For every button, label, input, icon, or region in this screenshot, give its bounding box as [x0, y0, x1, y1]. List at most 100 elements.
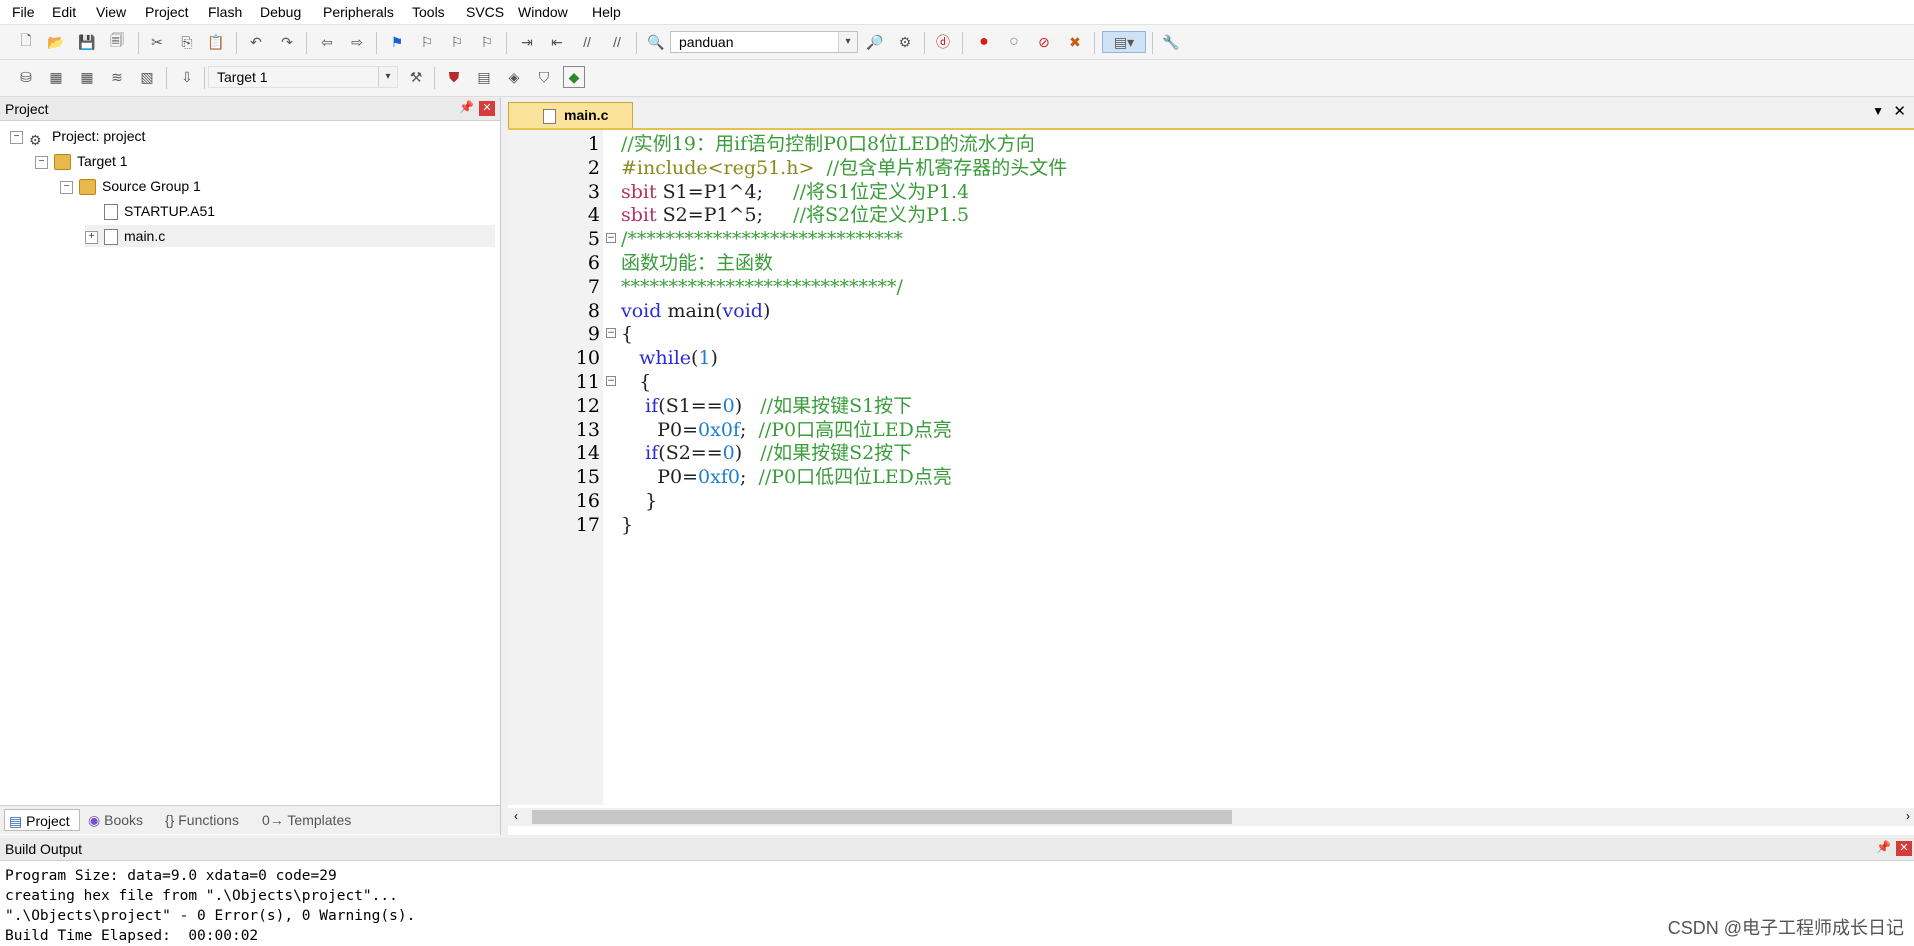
- menu-window[interactable]: Window: [518, 4, 568, 20]
- select-packs-icon[interactable]: ◈: [503, 66, 525, 88]
- code-line[interactable]: 14 if(S2==0) //如果按键S2按下: [508, 441, 1908, 465]
- translate-icon[interactable]: ⛁: [15, 66, 37, 88]
- clear-bookmarks-icon[interactable]: ⚐: [476, 31, 498, 53]
- menu-project[interactable]: Project: [145, 4, 189, 20]
- new-file-icon[interactable]: 🗋: [15, 31, 37, 53]
- next-bookmark-icon[interactable]: ⚐: [446, 31, 468, 53]
- scroll-left-icon[interactable]: ‹: [514, 809, 518, 823]
- save-all-icon[interactable]: 🗐: [106, 31, 128, 53]
- code-line[interactable]: 7 *****************************/: [508, 275, 1908, 299]
- debug-session-icon[interactable]: ⓓ: [932, 31, 954, 53]
- tree-item-project[interactable]: − ⚙ Project: project: [10, 125, 145, 148]
- tab-list-icon[interactable]: ▼: [1872, 104, 1884, 118]
- chevron-down-icon[interactable]: ▾: [378, 67, 397, 87]
- tree-item-target[interactable]: − Target 1: [35, 150, 128, 172]
- paste-icon[interactable]: 📋: [205, 31, 227, 53]
- close-icon[interactable]: ✕: [1896, 841, 1912, 856]
- fold-toggle-icon[interactable]: −: [606, 328, 616, 339]
- tab-main-c[interactable]: main.c: [508, 102, 633, 128]
- code-line[interactable]: 2 #include<reg51.h> //包含单片机寄存器的头文件: [508, 156, 1908, 180]
- code-line[interactable]: 4 sbit S2=P1^5; //将S2位定义为P1.5: [508, 203, 1908, 227]
- code-line[interactable]: 12 if(S1==0) //如果按键S1按下: [508, 394, 1908, 418]
- indent-icon[interactable]: ⇥: [516, 31, 538, 53]
- pack-installer-icon[interactable]: ⛉: [533, 66, 555, 88]
- find-combo[interactable]: panduan ▾: [670, 31, 858, 53]
- uncomment-icon[interactable]: //: [606, 31, 628, 53]
- code-line[interactable]: 8 void main(void): [508, 299, 1908, 323]
- pin-icon[interactable]: 📌: [1876, 840, 1891, 854]
- open-file-icon[interactable]: 📂: [45, 31, 67, 53]
- menu-file[interactable]: File: [12, 4, 35, 20]
- code-line[interactable]: 3 sbit S1=P1^4; //将S1位定义为P1.4: [508, 180, 1908, 204]
- cut-icon[interactable]: ✂: [146, 31, 168, 53]
- code-line[interactable]: 10 while(1): [508, 346, 1908, 370]
- rebuild-icon[interactable]: ▦: [76, 66, 98, 88]
- horizontal-scrollbar[interactable]: ‹ ›: [508, 808, 1914, 826]
- code-line[interactable]: 5−/*****************************: [508, 227, 1908, 251]
- code-line[interactable]: 16 }: [508, 489, 1908, 513]
- scroll-right-icon[interactable]: ›: [1906, 809, 1910, 823]
- code-line[interactable]: 15 P0=0xf0; //P0口低四位LED点亮: [508, 465, 1908, 489]
- prev-bookmark-icon[interactable]: ⚐: [416, 31, 438, 53]
- incremental-find-icon[interactable]: ⚙: [894, 31, 916, 53]
- comment-icon[interactable]: //: [576, 31, 598, 53]
- scrollbar-thumb[interactable]: [532, 810, 1232, 824]
- tab-project[interactable]: ▤ Project: [4, 809, 80, 831]
- menu-view[interactable]: View: [96, 4, 126, 20]
- close-tab-icon[interactable]: ✕: [1893, 102, 1906, 120]
- code-line[interactable]: 17}: [508, 513, 1908, 537]
- fold-toggle-icon[interactable]: −: [606, 233, 616, 244]
- undo-icon[interactable]: ↶: [245, 31, 267, 53]
- collapse-icon[interactable]: −: [10, 130, 23, 144]
- menu-peripherals[interactable]: Peripherals: [323, 4, 394, 20]
- menu-edit[interactable]: Edit: [52, 4, 76, 20]
- code-area[interactable]: 1 //实例19：用if语句控制P0口8位LED的流水方向 2 #include<re…: [508, 132, 1914, 802]
- pin-icon[interactable]: 📌: [459, 100, 474, 114]
- menu-svcs[interactable]: SVCS: [466, 4, 504, 20]
- tab-books[interactable]: ◉ Books: [88, 809, 143, 831]
- menu-flash[interactable]: Flash: [208, 4, 242, 20]
- code-line[interactable]: 13 P0=0x0f; //P0口高四位LED点亮: [508, 418, 1908, 442]
- code-line[interactable]: 11− {: [508, 370, 1908, 394]
- nav-forward-icon[interactable]: ⇨: [346, 31, 368, 53]
- close-icon[interactable]: ✕: [479, 101, 495, 116]
- download-icon[interactable]: ⇩: [176, 66, 198, 88]
- bookmark-icon[interactable]: ⚑: [386, 31, 408, 53]
- disable-all-breakpoints-icon[interactable]: ⊘: [1033, 31, 1055, 53]
- run-time-environment-icon[interactable]: ◆: [563, 66, 585, 88]
- code-line[interactable]: 9−{: [508, 322, 1908, 346]
- manage-rte-icon[interactable]: ▤: [473, 66, 495, 88]
- menu-help[interactable]: Help: [592, 4, 621, 20]
- menu-tools[interactable]: Tools: [412, 4, 445, 20]
- chevron-down-icon[interactable]: ▾: [838, 32, 857, 52]
- menu-debug[interactable]: Debug: [260, 4, 301, 20]
- disable-breakpoint-icon[interactable]: ○: [1003, 31, 1025, 53]
- stop-build-icon[interactable]: ▧: [136, 66, 158, 88]
- unindent-icon[interactable]: ⇤: [546, 31, 568, 53]
- tree-item-source-group[interactable]: − Source Group 1: [60, 175, 201, 197]
- find-in-files-icon[interactable]: 🔍: [645, 31, 667, 53]
- save-icon[interactable]: 💾: [76, 31, 98, 53]
- window-layout-icon[interactable]: ▤▾: [1102, 31, 1146, 53]
- tree-item-main-c[interactable]: + main.c: [85, 225, 495, 247]
- code-line[interactable]: 1 //实例19：用if语句控制P0口8位LED的流水方向: [508, 132, 1908, 156]
- copy-icon[interactable]: ⎘: [176, 31, 198, 53]
- collapse-icon[interactable]: −: [60, 180, 73, 194]
- redo-icon[interactable]: ↷: [276, 31, 298, 53]
- expand-icon[interactable]: +: [85, 230, 98, 244]
- tab-templates[interactable]: 0→ Templates: [262, 809, 351, 831]
- target-combo[interactable]: Target 1 ▾: [208, 66, 398, 88]
- collapse-icon[interactable]: −: [35, 155, 48, 169]
- breakpoint-icon[interactable]: ●: [973, 31, 995, 53]
- tree-item-startup[interactable]: STARTUP.A51: [104, 200, 215, 222]
- manage-project-items-icon[interactable]: ⛊: [443, 66, 465, 88]
- configure-icon[interactable]: 🔧: [1160, 31, 1182, 53]
- code-line[interactable]: 6 函数功能：主函数: [508, 251, 1908, 275]
- nav-back-icon[interactable]: ⇦: [316, 31, 338, 53]
- target-options-icon[interactable]: ⚒: [405, 66, 427, 88]
- find-icon[interactable]: 🔎: [864, 31, 886, 53]
- tab-functions[interactable]: {} Functions: [165, 809, 239, 831]
- fold-toggle-icon[interactable]: −: [606, 376, 616, 386]
- batch-build-icon[interactable]: ≋: [106, 66, 128, 88]
- build-icon[interactable]: ▦: [45, 66, 67, 88]
